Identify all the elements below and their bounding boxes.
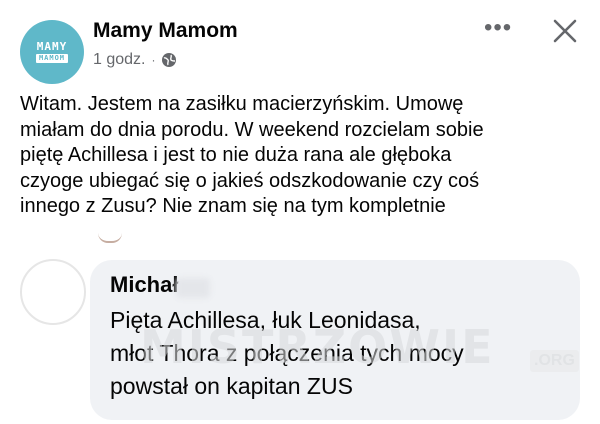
- post-timestamp[interactable]: 1 godz.: [93, 51, 145, 69]
- comment-text: Pięta Achillesa, łuk Leonidasa, młot Tho…: [110, 307, 464, 399]
- post-meta: 1 godz. ·: [93, 51, 177, 69]
- page-name-link[interactable]: Mamy Mamom: [93, 19, 238, 43]
- avatar-logo-top: MAMY: [36, 40, 68, 53]
- site-watermark-tld: .ORG: [530, 350, 579, 372]
- comment-author-name[interactable]: Michał: [110, 272, 178, 298]
- close-icon[interactable]: [552, 18, 578, 44]
- post-header: MAMY MAMOM Mamy Mamom 1 godz. · •••: [0, 0, 600, 90]
- comment-bubble: Michał Pięta Achillesa, łuk Leonidasa, m…: [90, 260, 580, 420]
- comment-author-avatar[interactable]: [20, 259, 86, 325]
- more-options-icon[interactable]: •••: [484, 16, 512, 40]
- page-avatar[interactable]: MAMY MAMOM: [20, 20, 84, 84]
- globe-icon[interactable]: [161, 52, 177, 68]
- author-surname-blur: [176, 278, 210, 298]
- post-body-text: Witam. Jestem na zasiłku macierzyńskim. …: [20, 93, 484, 217]
- avatar-logo-bottom: MAMOM: [35, 54, 69, 63]
- meta-separator: ·: [151, 53, 156, 67]
- partial-avatar-edge: [98, 233, 122, 243]
